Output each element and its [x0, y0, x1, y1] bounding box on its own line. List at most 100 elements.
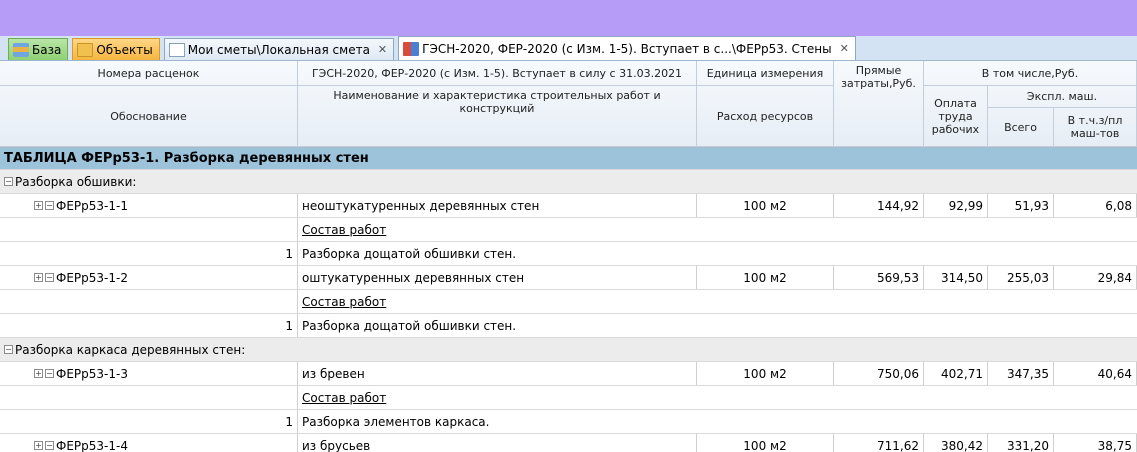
app-window: База Объекты Мои сметы\Локальная смета ✕…	[0, 36, 1137, 452]
labor-value: 92,99	[924, 194, 988, 217]
machines-value: 51,93	[988, 194, 1054, 217]
labor-value: 380,42	[924, 434, 988, 452]
expand-icon[interactable]: +	[34, 441, 43, 450]
step-text: Разборка дощатой обшивки стен.	[302, 318, 517, 333]
work-name: из бревен	[298, 362, 697, 385]
collapse-icon[interactable]: −	[45, 201, 54, 210]
work-composition-link[interactable]: Состав работ	[298, 218, 1137, 241]
table-title-row[interactable]: ТАБЛИЦА ФЕРр53-1. Разборка деревянных ст…	[0, 148, 1137, 170]
step-number: 1	[0, 242, 298, 265]
section-row[interactable]: − Разборка каркаса деревянных стен:	[0, 338, 1137, 362]
collapse-icon[interactable]: −	[4, 345, 13, 354]
expand-icon[interactable]: +	[34, 201, 43, 210]
tab-label: Объекты	[96, 42, 153, 57]
code-cell	[0, 218, 298, 241]
norm-code: ФЕРр53-1-4	[56, 438, 128, 452]
expand-icon[interactable]: +	[34, 273, 43, 282]
header-collection[interactable]: ГЭСН-2020, ФЕР-2020 (с Изм. 1-5). Вступа…	[298, 61, 697, 86]
work-name: оштукатуренных деревянных стен	[298, 266, 697, 289]
norm-code: ФЕРр53-1-2	[56, 270, 128, 285]
close-icon[interactable]: ✕	[840, 42, 849, 55]
header-norm-numbers[interactable]: Номера расценок	[0, 61, 298, 86]
work-composition-link[interactable]: Состав работ	[298, 386, 1137, 409]
header-resources[interactable]: Расход ресурсов	[697, 86, 834, 147]
header-labor[interactable]: Оплата труда рабочих	[924, 86, 988, 147]
machines-value: 331,20	[988, 434, 1054, 452]
close-icon[interactable]: ✕	[378, 43, 387, 56]
collapse-icon[interactable]: −	[4, 177, 13, 186]
table-row[interactable]: Состав работ	[0, 290, 1137, 314]
database-icon	[13, 42, 29, 57]
collapse-icon[interactable]: −	[45, 273, 54, 282]
tab-label: ГЭСН-2020, ФЕР-2020 (с Изм. 1-5). Вступа…	[422, 41, 832, 56]
table-row[interactable]: 1 Разборка дощатой обшивки стен.	[0, 314, 1137, 338]
work-name: неоштукатуренных деревянных стен	[298, 194, 697, 217]
table-row[interactable]: + − ФЕРр53-1-4 из брусьев 100 м2 711,62 380,42…	[0, 434, 1137, 452]
labor-value: 314,50	[924, 266, 988, 289]
header-work-name[interactable]: Наименование и характеристика строительн…	[298, 86, 697, 147]
header-incl-machinists[interactable]: В т.ч.з/пл маш-тов	[1054, 108, 1137, 147]
header-machines: Экспл. маш.	[988, 86, 1137, 108]
expand-icon[interactable]: +	[34, 369, 43, 378]
step-text: Разборка элементов каркаса.	[302, 414, 490, 429]
section-row[interactable]: − Разборка обшивки:	[0, 170, 1137, 194]
section-label: Разборка каркаса деревянных стен:	[15, 342, 246, 357]
code-cell	[0, 290, 298, 313]
norm-code: ФЕРр53-1-1	[56, 198, 128, 213]
header-including: В том числе,Руб.	[924, 61, 1137, 86]
table-row[interactable]: Состав работ	[0, 218, 1137, 242]
code-cell: + − ФЕРр53-1-3	[0, 362, 298, 385]
unit-value: 100 м2	[697, 362, 834, 385]
header-total[interactable]: Всего	[988, 108, 1054, 147]
tab-label: Мои сметы\Локальная смета	[187, 42, 370, 57]
table-title: ТАБЛИЦА ФЕРр53-1. Разборка деревянных ст…	[4, 151, 369, 166]
tab-local-estimate[interactable]: Мои сметы\Локальная смета ✕	[163, 38, 395, 60]
labor-value: 402,71	[924, 362, 988, 385]
collapse-icon[interactable]: −	[45, 441, 54, 450]
machines-value: 255,03	[988, 266, 1054, 289]
section-cell: − Разборка обшивки:	[0, 170, 1137, 193]
header-direct-costs[interactable]: Прямые затраты,Руб.	[834, 61, 924, 147]
table-row[interactable]: + − ФЕРр53-1-2 оштукатуренных деревянных ст…	[0, 266, 1137, 290]
machinists-value: 6,08	[1054, 194, 1137, 217]
direct-costs-value: 144,92	[834, 194, 924, 217]
work-name: из брусьев	[298, 434, 697, 452]
step-number: 1	[0, 410, 298, 433]
step-number: 1	[0, 314, 298, 337]
unit-value: 100 м2	[697, 434, 834, 452]
norm-code: ФЕРр53-1-3	[56, 366, 128, 381]
tab-walls[interactable]: ГЭСН-2020, ФЕР-2020 (с Изм. 1-5). Вступа…	[398, 36, 856, 60]
code-cell: + − ФЕРр53-1-4	[0, 434, 298, 452]
tab-bar: База Объекты Мои сметы\Локальная смета ✕…	[0, 36, 1137, 61]
table-row[interactable]: Состав работ	[0, 386, 1137, 410]
grid-body: ТАБЛИЦА ФЕРр53-1. Разборка деревянных ст…	[0, 148, 1137, 452]
code-cell: + − ФЕРр53-1-2	[0, 266, 298, 289]
code-cell	[0, 386, 298, 409]
document-icon	[168, 42, 185, 57]
header-unit[interactable]: Единица измерения	[697, 61, 834, 86]
header-justification[interactable]: Обоснование	[0, 86, 298, 147]
direct-costs-value: 750,06	[834, 362, 924, 385]
table-row[interactable]: + − ФЕРр53-1-1 неоштукатуренных деревянных …	[0, 194, 1137, 218]
book-icon	[403, 41, 420, 56]
table-row[interactable]: 1 Разборка элементов каркаса.	[0, 410, 1137, 434]
unit-value: 100 м2	[697, 266, 834, 289]
table-row[interactable]: + − ФЕРр53-1-3 из бревен 100 м2 750,06 402,71 3…	[0, 362, 1137, 386]
work-composition-link[interactable]: Состав работ	[298, 290, 1137, 313]
unit-value: 100 м2	[697, 194, 834, 217]
code-cell: + − ФЕРр53-1-1	[0, 194, 298, 217]
direct-costs-value: 569,53	[834, 266, 924, 289]
collapse-icon[interactable]: −	[45, 369, 54, 378]
folder-icon	[77, 42, 94, 57]
section-cell: − Разборка каркаса деревянных стен:	[0, 338, 1137, 361]
machines-value: 347,35	[988, 362, 1054, 385]
tab-label: База	[32, 42, 62, 57]
machinists-value: 29,84	[1054, 266, 1137, 289]
step-text: Разборка дощатой обшивки стен.	[302, 246, 517, 261]
direct-costs-value: 711,62	[834, 434, 924, 452]
machinists-value: 38,75	[1054, 434, 1137, 452]
tab-base[interactable]: База	[8, 38, 69, 60]
tab-objects[interactable]: Объекты	[72, 38, 160, 60]
machinists-value: 40,64	[1054, 362, 1137, 385]
table-row[interactable]: 1 Разборка дощатой обшивки стен.	[0, 242, 1137, 266]
